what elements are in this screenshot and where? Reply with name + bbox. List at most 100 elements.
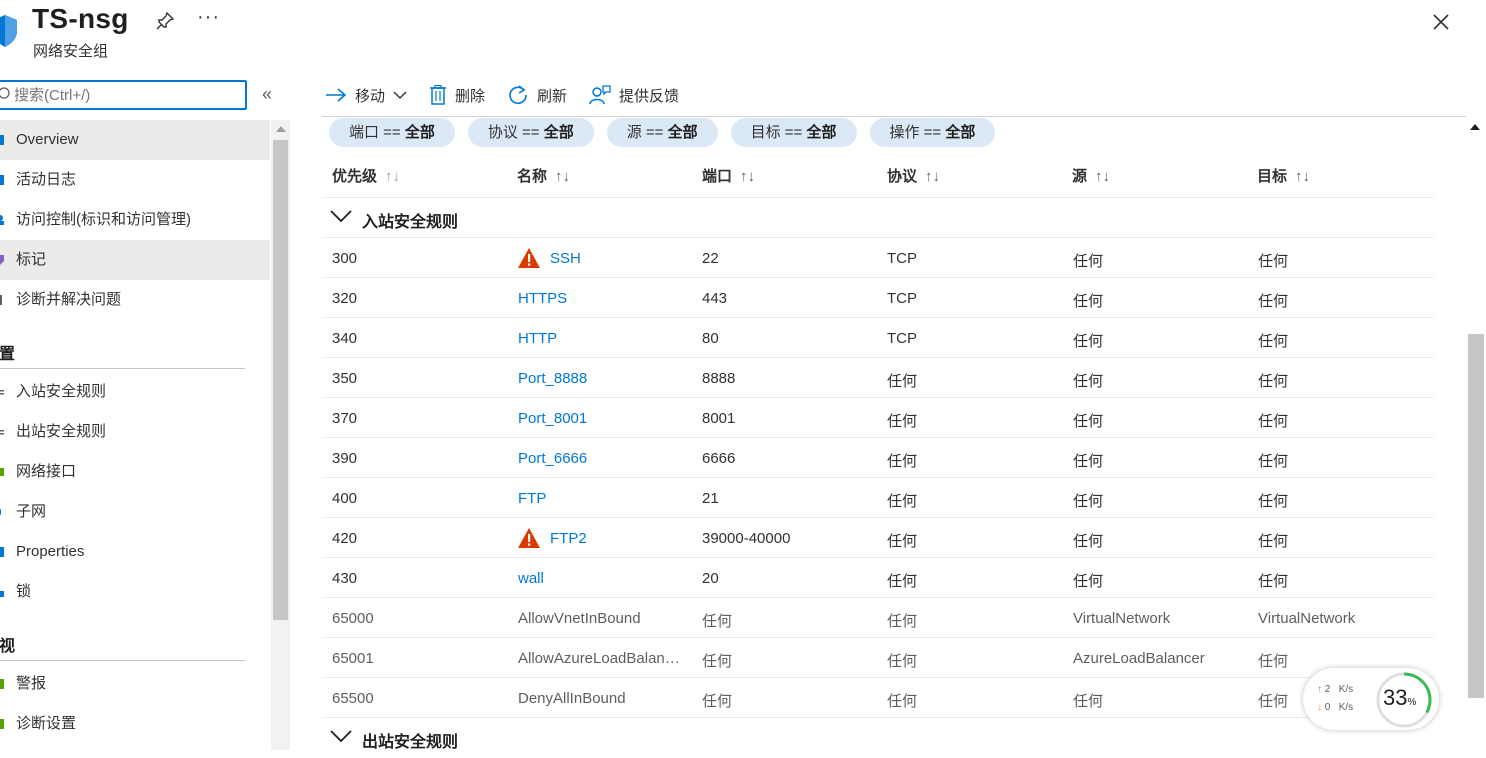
scroll-up-arrow-icon[interactable]	[276, 126, 286, 132]
main-scrollbar[interactable]	[1466, 116, 1486, 750]
scrollbar-thumb[interactable]	[1468, 334, 1484, 698]
sidebar-item-label: 活动日志	[16, 171, 77, 188]
sidebar-item-label: 网络接口	[16, 463, 77, 480]
command-bar: 移动 删除 刷新 提供反馈	[325, 82, 701, 108]
sidebar-item-tags[interactable]: 标记	[0, 240, 270, 280]
properties-icon	[0, 547, 4, 557]
destination-cell: 任何	[1258, 373, 1289, 390]
search-icon	[0, 87, 10, 99]
blade-header: TS-nsg 网络安全组 ···	[0, 0, 1486, 70]
rule-link[interactable]: HTTPS	[518, 290, 567, 307]
priority-cell: 65500	[332, 690, 374, 707]
close-icon[interactable]	[1431, 12, 1451, 32]
chevron-down-icon	[330, 210, 352, 223]
subnet-icon	[0, 509, 1, 515]
move-button[interactable]: 移动	[325, 85, 407, 106]
more-options-button[interactable]: ···	[197, 6, 220, 29]
sidebar-scrollbar[interactable]	[271, 120, 290, 750]
sidebar-item-properties[interactable]: Properties	[0, 532, 270, 572]
outbound-rules-icon	[0, 430, 4, 435]
filter-pill-destination[interactable]: 目标 == 全部	[730, 118, 857, 147]
sidebar-item-label: 访问控制(标识和访问管理)	[16, 211, 191, 228]
rule-link[interactable]: wall	[518, 570, 544, 587]
section-title: 视	[0, 638, 16, 655]
destination-cell: 任何	[1258, 653, 1289, 670]
alert-icon	[0, 679, 4, 689]
upload-speed: ↑ 2 K/s	[1317, 684, 1353, 695]
table-row[interactable]: 420 FTP2 39000-40000 任何 任何 任何	[322, 518, 1434, 558]
filter-value: 全部	[667, 124, 698, 141]
rule-link[interactable]: Port_6666	[518, 450, 587, 467]
filter-pill-source[interactable]: 源 == 全部	[606, 118, 718, 147]
protocol-cell: TCP	[887, 330, 917, 347]
filter-pill-protocol[interactable]: 协议 == 全部	[467, 118, 594, 147]
refresh-icon	[509, 85, 527, 105]
filter-pill-port[interactable]: 端口 == 全部	[329, 118, 455, 147]
percent-sign: %	[1407, 697, 1417, 708]
table-row[interactable]: 390 Port_6666 6666 任何 任何 任何	[322, 438, 1434, 478]
sort-icon: ↑↓	[1295, 168, 1311, 185]
table-row[interactable]: 300 SSH 22 TCP 任何 任何	[322, 238, 1434, 278]
download-speed: ↓ 0 K/s	[1317, 702, 1353, 713]
sidebar-item-activity-log[interactable]: 活动日志	[0, 160, 270, 200]
port-cell: 8888	[702, 370, 736, 387]
sidebar-item-network-interfaces[interactable]: 网络接口	[0, 452, 270, 492]
sidebar-search-input[interactable]	[14, 85, 234, 105]
priority-cell: 370	[332, 410, 358, 427]
column-header-destination[interactable]: 目标 ↑↓	[1257, 165, 1310, 186]
table-row[interactable]: 65001 AllowAzureLoadBalan… 任何 任何 AzureLo…	[322, 638, 1434, 678]
table-row[interactable]: 400 FTP 21 任何 任何 任何	[322, 478, 1434, 518]
scrollbar-thumb[interactable]	[273, 140, 288, 620]
group-inbound-rules[interactable]: 入站安全规则	[322, 198, 1434, 238]
sidebar-search-box[interactable]	[0, 80, 247, 110]
feedback-label: 提供反馈	[619, 87, 680, 105]
column-header-priority[interactable]: 优先级 ↑↓	[332, 165, 400, 186]
group-outbound-rules[interactable]: 出站安全规则	[322, 718, 1434, 758]
table-row[interactable]: 350 Port_8888 8888 任何 任何 任何	[322, 358, 1434, 398]
rule-link[interactable]: Port_8001	[518, 410, 587, 427]
protocol-cell: TCP	[887, 250, 917, 267]
refresh-button[interactable]: 刷新	[507, 84, 567, 106]
pin-icon[interactable]	[155, 11, 175, 31]
rule-link[interactable]: SSH	[550, 250, 581, 267]
rule-link[interactable]: FTP2	[550, 530, 587, 547]
sidebar-item-outbound-rules[interactable]: 出站安全规则	[0, 412, 270, 452]
column-header-port[interactable]: 端口 ↑↓	[702, 165, 755, 186]
sidebar-item-alerts[interactable]: 警报	[0, 664, 270, 704]
people-icon	[0, 215, 4, 225]
column-header-source[interactable]: 源 ↑↓	[1072, 165, 1110, 186]
column-header-protocol[interactable]: 协议 ↑↓	[887, 165, 940, 186]
sidebar-item-subnets[interactable]: 子网	[0, 492, 270, 532]
sidebar-item-label: Properties	[16, 543, 85, 560]
rule-link[interactable]: Port_8888	[518, 370, 587, 387]
table-row[interactable]: 340 HTTP 80 TCP 任何 任何	[322, 318, 1434, 358]
sidebar-item-locks[interactable]: 锁	[0, 572, 270, 612]
feedback-button[interactable]: 提供反馈	[589, 84, 679, 106]
rule-link[interactable]: HTTP	[518, 330, 557, 347]
scroll-up-arrow-icon[interactable]	[1470, 124, 1480, 130]
column-header-name[interactable]: 名称 ↑↓	[517, 165, 570, 186]
sidebar-nav: Overview 活动日志 访问控制(标识和访问管理) 标记 诊断并解决问题 置…	[0, 120, 270, 744]
sidebar-item-label: 入站安全规则	[16, 383, 107, 400]
sidebar-item-overview[interactable]: Overview	[0, 120, 270, 160]
protocol-cell: 任何	[887, 413, 918, 430]
sidebar-item-diagnostic-settings[interactable]: 诊断设置	[0, 704, 270, 744]
table-row[interactable]: 430 wall 20 任何 任何 任何	[322, 558, 1434, 598]
table-row[interactable]: 320 HTTPS 443 TCP 任何 任何	[322, 278, 1434, 318]
arrow-up-icon: ↑	[1317, 684, 1322, 695]
table-row[interactable]: 370 Port_8001 8001 任何 任何 任何	[322, 398, 1434, 438]
name-cell: FTP	[518, 490, 690, 507]
filter-pill-action[interactable]: 操作 == 全部	[869, 118, 996, 147]
sidebar-item-diagnose[interactable]: 诊断并解决问题	[0, 280, 270, 320]
rule-link[interactable]: FTP	[518, 490, 546, 507]
sidebar-item-inbound-rules[interactable]: 入站安全规则	[0, 372, 270, 412]
port-cell: 任何	[702, 693, 733, 710]
network-speed-widget[interactable]: ↑ 2 K/s ↓ 0 K/s 33%	[1303, 668, 1439, 730]
delete-button[interactable]: 删除	[429, 85, 485, 106]
rules-table-body: 300 SSH 22 TCP 任何 任何 320 HTTPS 443 TCP 任…	[322, 238, 1434, 718]
sidebar-item-access-control[interactable]: 访问控制(标识和访问管理)	[0, 200, 270, 240]
column-label: 目标	[1257, 168, 1288, 185]
table-row[interactable]: 65500 DenyAllInBound 任何 任何 任何 任何	[322, 678, 1434, 718]
table-row[interactable]: 65000 AllowVnetInBound 任何 任何 VirtualNetw…	[322, 598, 1434, 638]
collapse-sidebar-button[interactable]: «	[262, 84, 272, 105]
